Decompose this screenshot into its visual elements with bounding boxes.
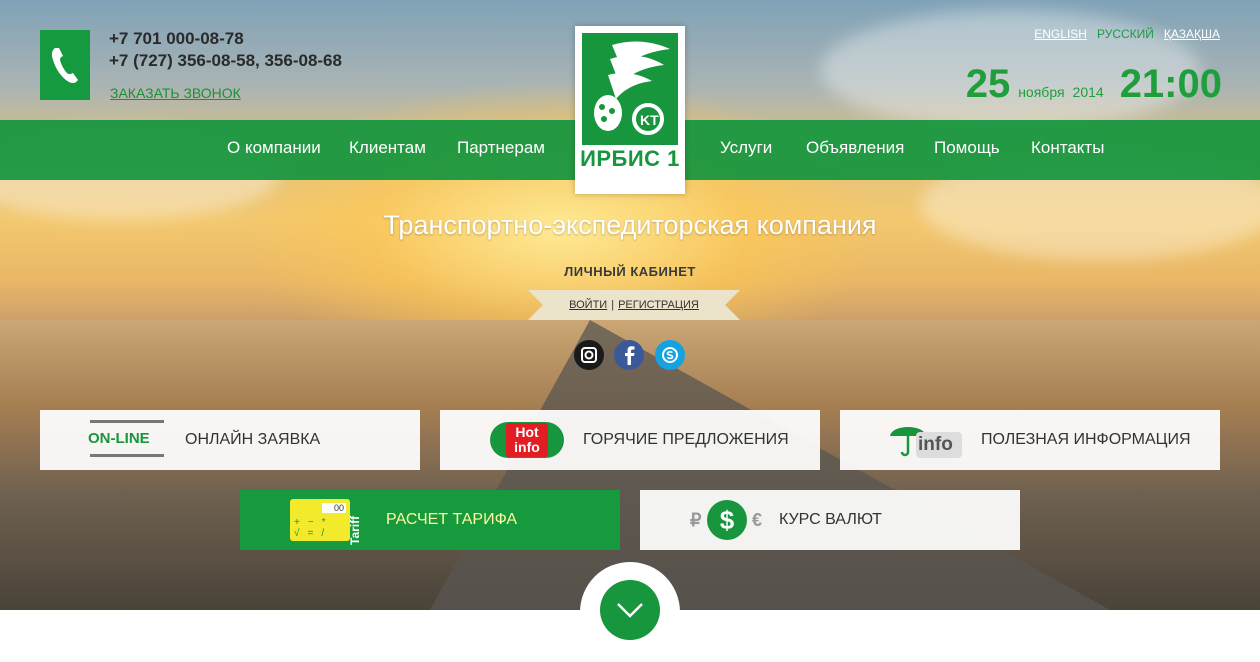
chevron-down-icon [617,603,643,618]
login-link[interactable]: ВОЙТИ [569,299,607,311]
tariff-calculation-tile[interactable]: 00 +−* √=/ Tariff РАСЧЕТ ТАРИФА [240,490,620,550]
online-icon: ON-LINE [88,420,168,460]
umbrella-info-icon: info [888,418,966,462]
calculator-tariff-icon: 00 +−* √=/ Tariff [288,497,368,545]
personal-cabinet-title: ЛИЧНЫЙ КАБИНЕТ [564,264,696,279]
phone-icon [40,30,90,100]
nav-item-services[interactable]: Услуги [720,120,772,180]
hot-offers-label: ГОРЯЧИЕ ПРЕДЛОЖЕНИЯ [583,431,789,448]
clock-time: 21:00 [1119,62,1222,106]
lang-kazakh[interactable]: ҚАЗАҚША [1164,27,1220,41]
online-request-label: ОНЛАЙН ЗАЯВКА [185,431,321,448]
date-year: 2014 [1072,84,1104,100]
lang-russian[interactable]: РУССКИЙ [1097,27,1154,41]
nav-item-about[interactable]: О компании [227,120,321,180]
nav-item-announcements[interactable]: Объявления [806,120,904,180]
useful-info-label: ПОЛЕЗНАЯ ИНФОРМАЦИЯ [981,431,1191,448]
scroll-down-button[interactable] [600,580,660,640]
logo-brand-text: ИРБИС 1 [580,146,680,171]
svg-text:KT: KT [640,112,659,128]
date-time-display: 25 ноября 2014 21:00 [966,62,1222,107]
language-switcher: ENGLISH РУССКИЙ ҚАЗАҚША [1034,27,1220,41]
register-link[interactable]: РЕГИСТРАЦИЯ [618,299,699,311]
snow-leopard-logo-icon: KT [582,33,678,145]
useful-info-tile[interactable]: info ПОЛЕЗНАЯ ИНФОРМАЦИЯ [840,410,1220,470]
date-month: ноября [1018,84,1065,100]
instagram-icon[interactable] [574,340,604,370]
nav-item-clients[interactable]: Клиентам [349,120,426,180]
phone-number-2[interactable]: +7 (727) 356-08-58, 356-08-68 [109,50,342,72]
nav-item-partners[interactable]: Партнерам [457,120,545,180]
skype-icon[interactable] [655,340,685,370]
nav-item-contacts[interactable]: Контакты [1031,120,1104,180]
phone-number-1[interactable]: +7 701 000-08-78 [109,28,342,50]
hot-offers-tile[interactable]: Hot info ГОРЯЧИЕ ПРЕДЛОЖЕНИЯ [440,410,820,470]
login-ribbon: ВОЙТИ | РЕГИСТРАЦИЯ [528,290,740,320]
online-request-tile[interactable]: ON-LINE ОНЛАЙН ЗАЯВКА [40,410,420,470]
order-call-link[interactable]: ЗАКАЗАТЬ ЗВОНОК [110,85,241,101]
facebook-icon[interactable] [614,340,644,370]
lang-english[interactable]: ENGLISH [1034,27,1087,41]
currency-icon: ₽ $ € [690,498,766,542]
phone-numbers: +7 701 000-08-78 +7 (727) 356-08-58, 356… [109,28,342,72]
nav-item-help[interactable]: Помощь [934,120,1000,180]
hot-info-icon: Hot info [490,422,564,458]
company-logo[interactable]: KT ИРБИС 1 [575,26,685,194]
tariff-calculation-label: РАСЧЕТ ТАРИФА [386,511,518,528]
page-tagline: Транспортно-экспедиторская компания [383,210,877,240]
exchange-rates-label: КУРС ВАЛЮТ [779,511,882,528]
date-day: 25 [965,62,1011,106]
exchange-rates-tile[interactable]: ₽ $ € КУРС ВАЛЮТ [640,490,1020,550]
